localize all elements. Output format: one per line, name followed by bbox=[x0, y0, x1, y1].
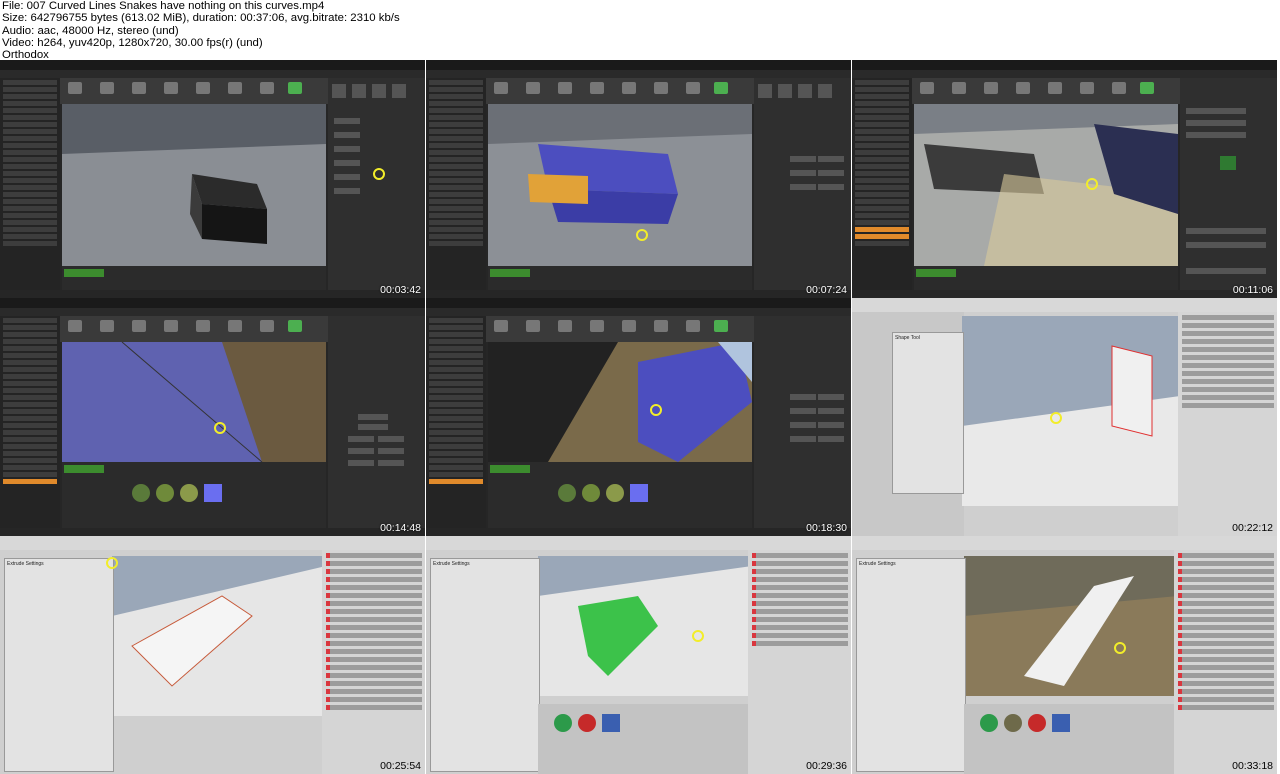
timestamp: 00:11:06 bbox=[1232, 284, 1273, 296]
viewport[interactable] bbox=[62, 104, 326, 266]
timestamp: 00:22:12 bbox=[1232, 522, 1273, 534]
thumbnail-9[interactable]: Extrude Settings 00:33:18 bbox=[852, 536, 1278, 774]
thumbnail-1[interactable]: 00:03:42 bbox=[0, 60, 426, 298]
timestamp: 00:14:48 bbox=[380, 522, 421, 534]
viewport[interactable] bbox=[112, 556, 326, 716]
viewport[interactable] bbox=[488, 104, 752, 266]
file-line: File: 007 Curved Lines Snakes have nothi… bbox=[2, 0, 325, 12]
timestamp: 00:07:24 bbox=[806, 284, 847, 296]
viewport[interactable] bbox=[488, 342, 752, 462]
thumbnail-grid: 00:03:42 00:07:24 00:11:06 00:14:48 00:1… bbox=[0, 60, 1280, 774]
thumbnail-6[interactable]: Shape Tool 00:22:12 bbox=[852, 298, 1278, 536]
size-line: Size: 642796755 bytes (613.02 MiB), dura… bbox=[2, 12, 400, 25]
viewport[interactable] bbox=[62, 342, 326, 462]
video-line: Video: h264, yuv420p, 1280x720, 30.00 fp… bbox=[2, 36, 263, 49]
audio-line: Audio: aac, 48000 Hz, stereo (und) bbox=[2, 24, 179, 37]
timestamp: 00:03:42 bbox=[380, 284, 421, 296]
timestamp: 00:25:54 bbox=[380, 760, 421, 772]
thumbnail-2[interactable]: 00:07:24 bbox=[426, 60, 852, 298]
timestamp: 00:18:30 bbox=[806, 522, 847, 534]
viewport[interactable] bbox=[914, 104, 1178, 266]
thumbnail-7[interactable]: Extrude Settings 00:25:54 bbox=[0, 536, 426, 774]
viewport[interactable] bbox=[962, 316, 1180, 506]
thumbnail-4[interactable]: 00:14:48 bbox=[0, 298, 426, 536]
timestamp: 00:29:36 bbox=[806, 760, 847, 772]
timestamp: 00:33:18 bbox=[1232, 760, 1273, 772]
video-info-header: File: 007 Curved Lines Snakes have nothi… bbox=[2, 0, 1272, 61]
thumbnail-3[interactable]: 00:11:06 bbox=[852, 60, 1278, 298]
thumbnail-5[interactable]: 00:18:30 bbox=[426, 298, 852, 536]
viewport[interactable] bbox=[964, 556, 1178, 696]
viewport[interactable] bbox=[538, 556, 752, 696]
thumbnail-8[interactable]: Extrude Settings 00:29:36 bbox=[426, 536, 852, 774]
